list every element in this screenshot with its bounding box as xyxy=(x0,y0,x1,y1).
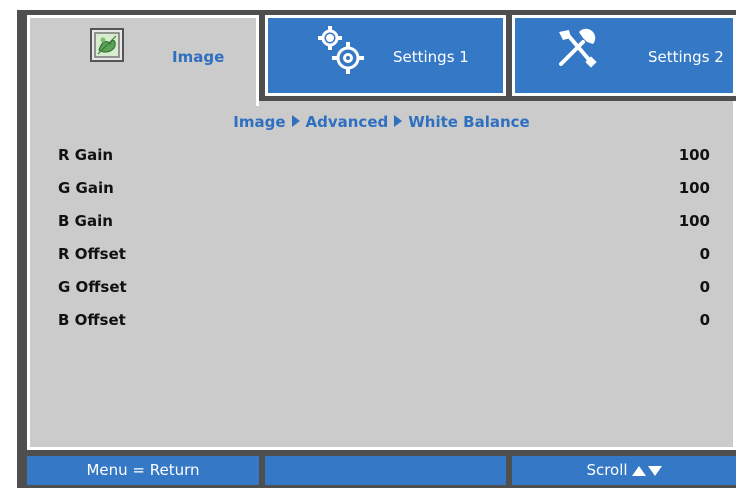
setting-row-b-offset[interactable]: B Offset 0 xyxy=(58,311,710,333)
arrow-up-icon xyxy=(631,465,646,476)
breadcrumb: Image Advanced White Balance xyxy=(30,113,733,131)
image-icon xyxy=(90,28,124,66)
footer-menu-return: Menu = Return xyxy=(27,456,259,485)
arrow-down-icon xyxy=(647,465,662,476)
footer-menu-return-label: Menu = Return xyxy=(86,461,200,479)
setting-name: R Offset xyxy=(58,245,126,263)
setting-row-b-gain[interactable]: B Gain 100 xyxy=(58,212,710,234)
tab-image-label: Image xyxy=(172,48,225,66)
footer-scroll-label: Scroll xyxy=(586,461,628,479)
footer-middle xyxy=(265,456,506,485)
tools-icon xyxy=(553,26,599,76)
setting-name: B Gain xyxy=(58,212,113,230)
breadcrumb-item-white-balance: White Balance xyxy=(408,113,530,131)
setting-row-g-offset[interactable]: G Offset 0 xyxy=(58,278,710,300)
breadcrumb-item-advanced[interactable]: Advanced xyxy=(306,113,389,131)
setting-value: 0 xyxy=(699,245,710,263)
setting-name: B Offset xyxy=(58,311,126,329)
footer-scroll: Scroll xyxy=(512,456,736,485)
setting-value: 0 xyxy=(699,311,710,329)
tab-settings-2-label: Settings 2 xyxy=(648,48,724,66)
setting-row-r-offset[interactable]: R Offset 0 xyxy=(58,245,710,267)
setting-row-g-gain[interactable]: G Gain 100 xyxy=(58,179,710,201)
setting-value: 0 xyxy=(699,278,710,296)
setting-name: G Offset xyxy=(58,278,127,296)
tab-settings-2[interactable]: Settings 2 xyxy=(512,15,736,96)
gears-icon xyxy=(316,24,366,80)
setting-row-r-gain[interactable]: R Gain 100 xyxy=(58,146,710,168)
tab-settings-1-label: Settings 1 xyxy=(393,48,469,66)
breadcrumb-arrow-icon xyxy=(291,114,300,127)
setting-value: 100 xyxy=(678,146,710,164)
setting-name: G Gain xyxy=(58,179,114,197)
setting-value: 100 xyxy=(678,212,710,230)
breadcrumb-arrow-icon xyxy=(394,114,403,127)
white-balance-panel: Image Advanced White Balance R Gain 100 G … xyxy=(27,101,736,450)
setting-name: R Gain xyxy=(58,146,114,164)
tab-settings-1[interactable]: Settings 1 xyxy=(265,15,506,96)
setting-value: 100 xyxy=(678,179,710,197)
breadcrumb-item-image[interactable]: Image xyxy=(233,113,285,131)
tab-image[interactable]: Image xyxy=(27,15,259,106)
